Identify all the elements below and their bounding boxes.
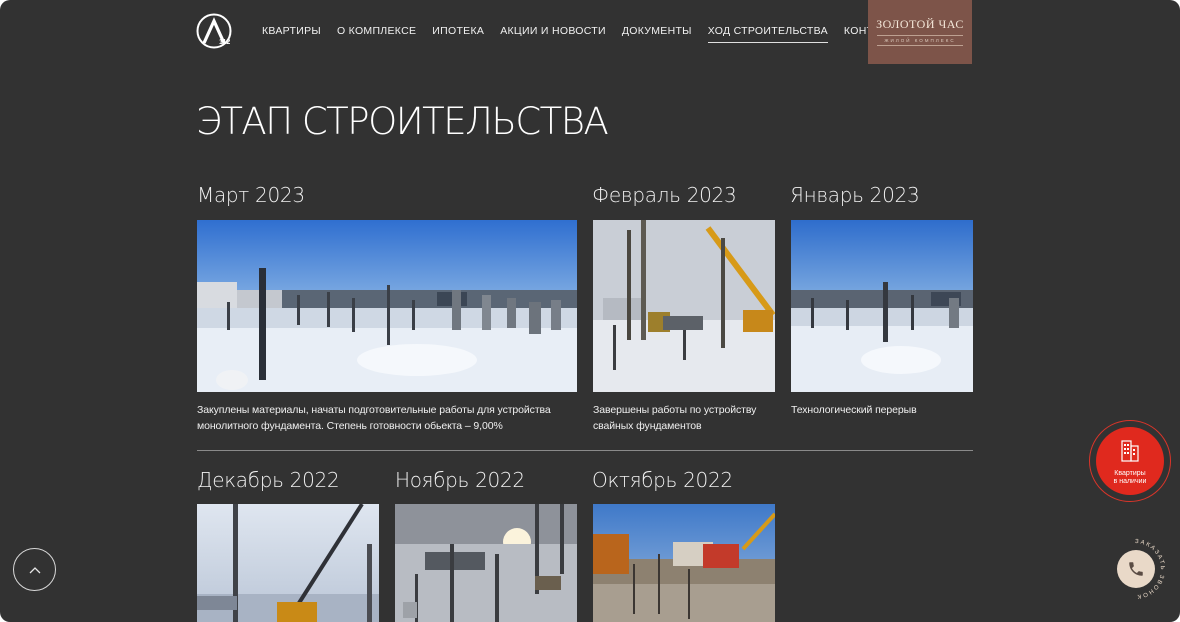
construction-photo[interactable] [395,504,577,622]
entry-month: Декабрь 2022 [197,468,340,492]
chevron-up-icon [29,566,40,573]
brand-title: ЗОЛОТОЙ ЧАС [876,17,964,31]
nav-documents[interactable]: ДОКУМЕНТЫ [622,25,692,43]
nav-apartments[interactable]: КВАРТИРЫ [262,25,321,43]
entry-month: Март 2023 [197,183,305,207]
callback-widget[interactable]: ЗАКАЗАТЬ ЗВОНОК [1104,538,1166,600]
brand-subtitle: ЖИЛОЙ КОМПЛЕКС [884,38,956,43]
nav-promotions-news[interactable]: АКЦИИ И НОВОСТИ [500,25,606,43]
section-divider [197,450,973,451]
entry-month: Январь 2023 [790,183,920,207]
site-logo[interactable]: 112 [196,13,232,49]
logo-badge-text: 112 [219,39,230,46]
available-apartments-badge: Квартиры в наличии [1096,427,1164,495]
page-title: ЭТАП СТРОИТЕЛЬСТВА [196,100,609,143]
brand-logo[interactable]: ЗОЛОТОЙ ЧАС ЖИЛОЙ КОМПЛЕКС [868,0,972,64]
entry-month: Октябрь 2022 [592,468,733,492]
nav-mortgage[interactable]: ИПОТЕКА [432,25,484,43]
entry-caption: Завершены работы по устройству свайных ф… [593,404,757,432]
nav-construction-progress[interactable]: ХОД СТРОИТЕЛЬСТВА [707,25,828,43]
page-frame: 112 КВАРТИРЫ О КОМПЛЕКСЕ ИПОТЕКА АКЦИИ И… [0,0,1180,622]
brand-divider [877,45,963,46]
entry-caption: Закуплены материалы, начаты подготовител… [197,404,551,432]
entry-month: Февраль 2023 [592,183,737,207]
construction-photo[interactable] [593,504,775,622]
construction-photo[interactable] [197,504,379,622]
entry-caption: Технологический перерыв [791,404,917,416]
construction-photo[interactable] [593,220,775,392]
brand-divider [877,35,963,36]
available-label: Квартиры [1114,470,1146,477]
nav-about-complex[interactable]: О КОМПЛЕКСЕ [337,25,416,43]
construction-photo[interactable] [197,220,577,392]
building-icon [1121,440,1139,462]
callback-button[interactable] [1117,550,1155,588]
available-label: в наличии [1113,478,1147,485]
main-nav: КВАРТИРЫ О КОМПЛЕКСЕ ИПОТЕКА АКЦИИ И НОВ… [262,25,919,43]
entry-month: Ноябрь 2022 [395,468,525,492]
logo-icon: 112 [196,13,232,49]
available-apartments-button[interactable]: Квартиры в наличии [1089,420,1171,502]
scroll-top-button[interactable] [13,548,56,591]
phone-icon [1129,562,1143,576]
construction-photo[interactable] [791,220,973,392]
